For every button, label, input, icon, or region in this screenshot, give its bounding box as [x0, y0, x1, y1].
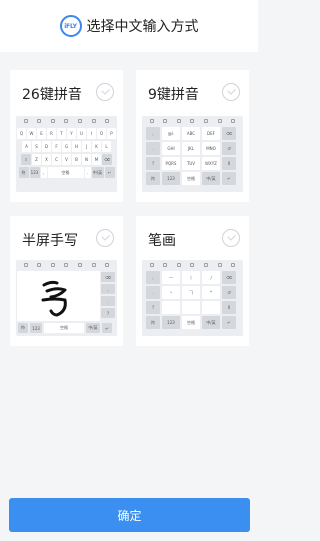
radio-check-icon[interactable]: [96, 229, 114, 247]
ifly-logo-icon: iFLY: [59, 15, 82, 37]
preview-key: M: [92, 154, 101, 165]
radio-check-icon[interactable]: [96, 83, 114, 101]
option-card-stroke[interactable]: 笔画 , 一 丨 丿 ⌫ . 丶 𠃍 * ↺ ? 0 符 123 空格 中/英 …: [136, 216, 249, 346]
option-label: 26键拼音: [22, 87, 82, 103]
preview-key: A: [22, 141, 31, 152]
keyboard-preview-stroke: , 一 丨 丿 ⌫ . 丶 𠃍 * ↺ ? 0 符 123 空格 中/英 ↵: [142, 260, 243, 336]
preview-key: T: [57, 128, 66, 139]
preview-key: K: [92, 141, 101, 152]
radio-check-icon[interactable]: [222, 229, 240, 247]
preview-key: E: [37, 128, 46, 139]
preview-key: N: [82, 154, 91, 165]
radio-check-icon[interactable]: [222, 83, 240, 101]
preview-key: R: [47, 128, 56, 139]
preview-key: Y: [67, 128, 76, 139]
preview-key: I: [87, 128, 96, 139]
option-label: 笔画: [148, 233, 176, 249]
preview-key: F: [52, 141, 61, 152]
option-card-handwriting[interactable]: 半屏手写 ⌫ , . ? 符 123 空格 中/英 ↵: [10, 216, 123, 346]
option-label: 半屏手写: [22, 233, 78, 249]
preview-key: G: [62, 141, 71, 152]
preview-key: U: [77, 128, 86, 139]
preview-key: ⌫: [102, 154, 112, 165]
keyboard-preview-qwerty: QWERTYUIOP ASDFGHJKL ⇧ Z X C V B N M ⌫ 符 123 , 空…: [16, 116, 117, 192]
preview-key: P: [107, 128, 116, 139]
handwriting-pad: [17, 271, 100, 321]
page-title: 选择中文输入方式: [86, 19, 199, 35]
preview-key: X: [42, 154, 51, 165]
preview-key: L: [102, 141, 111, 152]
preview-key: C: [52, 154, 61, 165]
option-label: 9键拼音: [148, 87, 199, 103]
preview-key: ⇧: [21, 154, 31, 165]
header: iFLY 选择中文输入方式: [0, 0, 258, 52]
option-card-26key[interactable]: 26键拼音 QWERTYUIOP ASDFGHJKL ⇧ Z X C V B N M ⌫ 符 1…: [10, 70, 123, 202]
preview-key: W: [27, 128, 36, 139]
preview-key: V: [62, 154, 71, 165]
keyboard-preview-handwriting: ⌫ , . ? 符 123 空格 中/英 ↵: [16, 260, 117, 336]
preview-key: O: [97, 128, 106, 139]
confirm-button[interactable]: 确定: [9, 498, 250, 532]
preview-key: S: [32, 141, 41, 152]
preview-key: Q: [17, 128, 26, 139]
preview-key: H: [72, 141, 81, 152]
option-card-9key[interactable]: 9键拼音 , @/. ABC DEF ⌫ . GHI JKL MNO ↺ ? P…: [136, 70, 249, 202]
preview-key: D: [42, 141, 51, 152]
handwriting-stroke-icon: [41, 280, 67, 317]
preview-key: Z: [32, 154, 41, 165]
keyboard-preview-9key: , @/. ABC DEF ⌫ . GHI JKL MNO ↺ ? PQRS T…: [142, 116, 243, 192]
preview-key: B: [72, 154, 81, 165]
preview-key: J: [82, 141, 91, 152]
